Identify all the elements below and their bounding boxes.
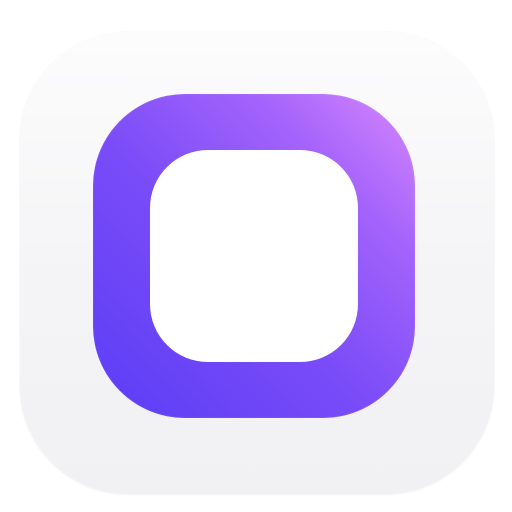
- inner-cutout: [150, 150, 358, 362]
- canvas: [0, 0, 512, 512]
